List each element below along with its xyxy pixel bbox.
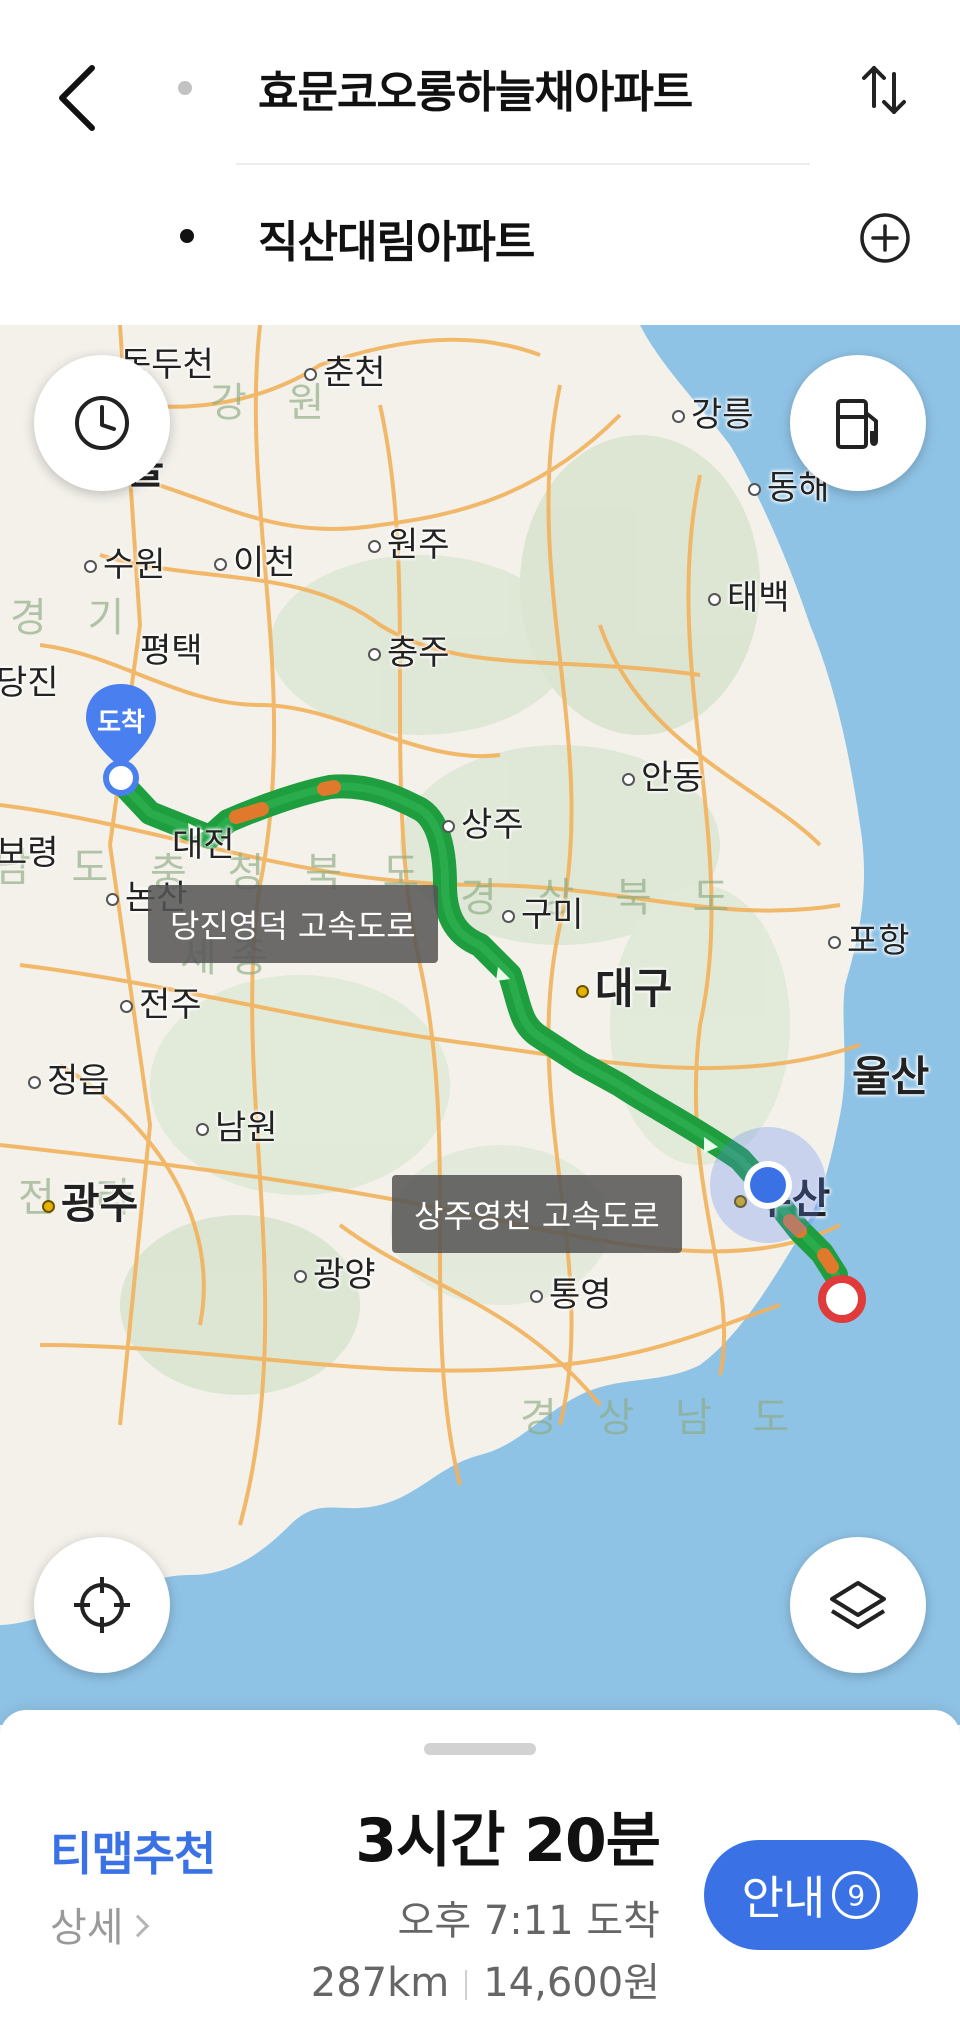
- city-label: 남원: [196, 1100, 278, 1149]
- city-label: 강릉: [672, 387, 754, 436]
- chevron-left-icon: [59, 65, 95, 131]
- place-divider: [236, 163, 810, 165]
- city-label: 안동: [622, 750, 704, 799]
- city-label: 춘천: [304, 345, 386, 394]
- traffic-segment: [229, 802, 269, 824]
- detail-link[interactable]: 상세: [50, 1895, 149, 1953]
- city-label: 광주: [42, 1170, 138, 1231]
- city-label: 이천: [214, 535, 296, 584]
- city-label: 보령: [0, 833, 59, 873]
- clock-icon: [75, 396, 129, 450]
- city-label: 전주: [120, 977, 202, 1026]
- region-label: 경 기: [10, 595, 139, 641]
- city-label: 충주: [368, 625, 450, 674]
- city-label: 정읍: [28, 1053, 110, 1102]
- map-pin-icon: [86, 684, 156, 796]
- my-location-button[interactable]: [34, 1537, 170, 1673]
- region-label: 경 상 남 도: [520, 1395, 804, 1441]
- crosshair-icon: [74, 1577, 130, 1633]
- current-location-icon: [710, 1127, 826, 1243]
- city-label: 통영: [530, 1267, 612, 1316]
- destination-marker[interactable]: 도착: [82, 682, 160, 800]
- city-label: 대구: [576, 955, 672, 1016]
- traffic-segment: [817, 1248, 839, 1274]
- fuel-button[interactable]: [790, 355, 926, 491]
- start-place-field[interactable]: 효문코오롱하늘채아파트: [258, 56, 693, 120]
- city-label: 원주: [368, 517, 450, 566]
- city-label: 울산: [852, 1052, 930, 1101]
- city-label: 상주: [442, 797, 524, 846]
- city-label: 태백: [708, 570, 790, 619]
- road-label[interactable]: 당진영덕 고속도로: [148, 885, 438, 963]
- plus-circle-icon: [860, 213, 910, 263]
- detail-label: 상세: [50, 1905, 124, 1951]
- start-dot: [178, 81, 192, 95]
- back-button[interactable]: [48, 58, 108, 138]
- route-distance: 287km: [310, 1960, 450, 2006]
- end-place-field[interactable]: 직산대림아파트: [258, 206, 535, 270]
- gas-station-icon: [836, 399, 878, 449]
- arrival-time: 오후 7:11 도착: [397, 1898, 660, 1944]
- layers-icon: [830, 1581, 886, 1629]
- city-label: 대전: [172, 825, 235, 865]
- road-label[interactable]: 상주영천 고속도로: [392, 1175, 682, 1253]
- traffic-segment: [317, 780, 341, 796]
- navigation-button-label: 안내: [741, 1871, 826, 1925]
- route-summary-sheet[interactable]: 티맵추천 상세 3시간 20분 오후 7:11 도착 287km 14,600원 …: [0, 1710, 960, 2028]
- countdown-badge: 9: [832, 1871, 881, 1919]
- destination-marker-label: 도착: [97, 708, 145, 738]
- summary-divider: [465, 1970, 468, 2000]
- route-option-label[interactable]: 티맵추천: [50, 1818, 216, 1884]
- layers-button[interactable]: [790, 1537, 926, 1673]
- city-label: 수원: [84, 537, 166, 586]
- route-toll: 14,600원: [483, 1960, 660, 2006]
- swap-arrows-icon: [862, 66, 906, 114]
- city-label: 평택: [140, 631, 203, 671]
- swap-button[interactable]: [856, 60, 912, 120]
- add-waypoint-button[interactable]: [858, 211, 912, 265]
- route-distance-toll: 287km 14,600원: [311, 1950, 660, 2008]
- route-duration: 3시간 20분: [355, 1806, 661, 1876]
- chevron-right-icon: [126, 1914, 149, 1938]
- city-label: 당진: [0, 663, 59, 703]
- route-header: 효문코오롱하늘채아파트 직산대림아파트: [0, 0, 960, 325]
- sheet-handle[interactable]: [424, 1743, 536, 1755]
- city-label: 포항: [828, 913, 910, 962]
- map-view[interactable]: 강 원 경 기 충 청 북 도 남 도 경 상 북 도 세종 전 라 경 상 남…: [0, 325, 960, 1725]
- start-navigation-button[interactable]: 안내 9: [704, 1840, 918, 1950]
- current-location-marker: [708, 1125, 828, 1245]
- history-button[interactable]: [34, 355, 170, 491]
- city-label: 구미: [502, 887, 584, 936]
- start-marker[interactable]: [818, 1275, 866, 1323]
- end-dot: [180, 229, 194, 243]
- city-label: 광양: [294, 1247, 376, 1296]
